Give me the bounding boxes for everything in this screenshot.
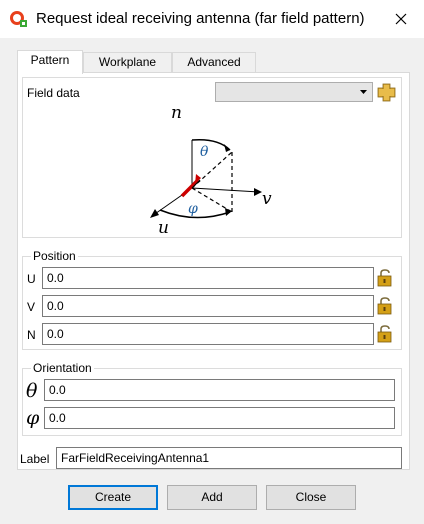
- n-label: N: [27, 328, 36, 342]
- add-button[interactable]: Add: [167, 485, 257, 510]
- v-label: V: [27, 300, 36, 314]
- cadfeko-app-icon: [10, 11, 27, 27]
- axis-n-label: n: [171, 103, 182, 123]
- chevron-down-icon: [360, 90, 367, 94]
- axis-v-label: v: [262, 189, 272, 209]
- label-input[interactable]: [56, 447, 402, 469]
- phi-field-label: φ: [26, 407, 40, 429]
- close-button[interactable]: Close: [266, 485, 356, 510]
- u-input[interactable]: [42, 267, 374, 289]
- position-title: Position: [31, 249, 78, 263]
- title-bar: Request ideal receiving antenna (far fie…: [0, 0, 424, 38]
- unlocked-padlock-icon[interactable]: [377, 269, 393, 287]
- u-label: U: [27, 272, 36, 286]
- window-title: Request ideal receiving antenna (far fie…: [36, 10, 365, 27]
- tab-pattern[interactable]: Pattern: [17, 50, 83, 74]
- tab-advanced[interactable]: Advanced: [172, 52, 256, 73]
- tab-workplane[interactable]: Workplane: [83, 52, 172, 73]
- phi-label: φ: [188, 201, 198, 217]
- theta-input[interactable]: [44, 379, 395, 401]
- orientation-title: Orientation: [31, 361, 94, 375]
- unlocked-padlock-icon[interactable]: [377, 325, 393, 343]
- n-input[interactable]: [42, 323, 374, 345]
- unlocked-padlock-icon[interactable]: [377, 297, 393, 315]
- field-data-label: Field data: [27, 86, 80, 100]
- label-field-label: Label: [20, 452, 50, 466]
- theta-label: θ: [200, 144, 209, 160]
- create-button[interactable]: Create: [68, 485, 158, 510]
- axis-u-label: u: [158, 218, 169, 238]
- phi-input[interactable]: [44, 407, 395, 429]
- import-plus-icon[interactable]: [377, 83, 396, 102]
- theta-field-label: θ: [26, 380, 38, 402]
- close-icon[interactable]: [378, 0, 424, 38]
- field-data-select[interactable]: [215, 82, 373, 102]
- far-field-coordinate-diagram: n u v θ φ: [150, 103, 272, 238]
- v-input[interactable]: [42, 295, 374, 317]
